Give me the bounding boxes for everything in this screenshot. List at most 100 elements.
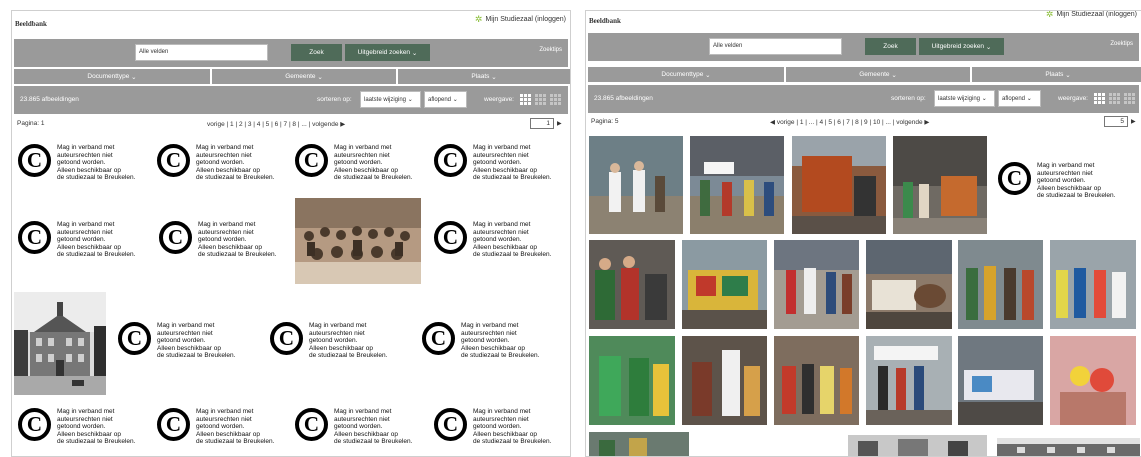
photo-image: [682, 336, 767, 425]
result-item[interactable]: C Mag in verband met auteursrechten niet …: [18, 408, 135, 446]
search-input[interactable]: Alle velden: [135, 44, 268, 61]
result-item[interactable]: C Mag in verband met auteursrechten niet …: [118, 322, 235, 360]
result-item[interactable]: C Mag in verband met auteursrechten niet …: [157, 144, 274, 182]
result-photo[interactable]: [589, 136, 683, 234]
page-number-input[interactable]: 1: [530, 118, 554, 129]
result-photo-group-portrait[interactable]: [295, 198, 421, 284]
app-title: Beeldbank: [15, 20, 47, 28]
page-number-input[interactable]: 5: [1104, 116, 1128, 127]
result-item[interactable]: C Mag in verband met auteursrechten niet …: [422, 322, 539, 360]
login-link[interactable]: ✲ Mijn Studiezaal (inloggen): [475, 14, 566, 25]
next-link[interactable]: volgende: [896, 119, 922, 126]
result-item[interactable]: C Mag in verband met auteursrechten niet …: [270, 322, 387, 360]
sort-order-select[interactable]: aflopend ⌄: [424, 91, 467, 108]
filter-gemeente[interactable]: Gemeente ⌄: [212, 69, 396, 84]
go-arrow-icon[interactable]: ▶: [557, 120, 562, 127]
copyright-icon: C: [270, 322, 303, 355]
sort-label: sorteren op:: [891, 95, 926, 102]
list-view-icon[interactable]: [1124, 93, 1135, 104]
chevron-down-icon: ⌄: [131, 73, 137, 81]
result-item[interactable]: C Mag in verband met auteursrechten niet …: [998, 162, 1115, 200]
result-item[interactable]: C Mag in verband met auteursrechten niet …: [295, 408, 412, 446]
grid-view-icon[interactable]: [1094, 93, 1105, 104]
page-links[interactable]: ◀ vorige | 1 | ... | 4 | 5 | 6 | 7 | 8 |…: [770, 118, 929, 126]
top-bar: Beeldbank ✲ Mijn Studiezaal (inloggen): [586, 11, 1141, 35]
search-bar: Alle velden Zoek Uitgebreid zoeken ⌄ Zoe…: [14, 39, 568, 67]
copyright-icon: C: [157, 144, 190, 177]
go-arrow-icon[interactable]: ▶: [1131, 118, 1136, 125]
filter-plaats[interactable]: Plaats ⌄: [972, 67, 1141, 82]
result-item[interactable]: C Mag in verband met auteursrechten niet …: [434, 144, 551, 182]
next-link[interactable]: volgende: [312, 121, 338, 128]
result-photo[interactable]: [589, 432, 689, 456]
result-photo[interactable]: [866, 240, 952, 329]
result-item[interactable]: C Mag in verband met auteursrechten niet …: [295, 144, 412, 182]
tile-view-icon[interactable]: [535, 94, 546, 105]
sort-field-select[interactable]: laatste wijziging ⌄: [360, 91, 421, 108]
result-photo[interactable]: [682, 240, 767, 329]
prev-link[interactable]: vorige: [777, 119, 795, 126]
filter-gemeente[interactable]: Gemeente ⌄: [786, 67, 970, 82]
copyright-icon: C: [18, 408, 51, 441]
result-photo[interactable]: [589, 336, 675, 425]
result-photo[interactable]: [866, 336, 952, 425]
result-photo[interactable]: [589, 240, 675, 329]
result-photo-town-hall[interactable]: [14, 292, 106, 395]
sort-order-select[interactable]: aflopend ⌄: [998, 90, 1041, 107]
login-link[interactable]: ✲ Mijn Studiezaal (inloggen): [1046, 11, 1137, 20]
list-view-icon[interactable]: [550, 94, 561, 105]
result-photo[interactable]: [997, 438, 1140, 456]
result-photo[interactable]: [893, 136, 987, 234]
result-item[interactable]: C Mag in verband met auteursrechten niet …: [157, 408, 274, 446]
filter-plaats[interactable]: Plaats ⌄: [398, 69, 570, 84]
page-links[interactable]: vorige | 1 | 2 | 3 | 4 | 5 | 6 | 7 | 8 |…: [207, 120, 345, 128]
filter-documenttype[interactable]: Documenttype ⌄: [14, 69, 210, 84]
view-label: weergave:: [1058, 95, 1088, 102]
result-photo[interactable]: [682, 336, 767, 425]
result-item[interactable]: C Mag in verband met auteursrechten niet …: [18, 221, 135, 259]
app-title: Beeldbank: [589, 17, 621, 25]
search-button[interactable]: Zoek: [291, 44, 342, 61]
result-photo[interactable]: [958, 240, 1043, 329]
page-numbers[interactable]: | 1 | 2 | 3 | 4 | 5 | 6 | 7 | 8 | ... |: [227, 121, 311, 128]
sort-field-select[interactable]: laatste wijziging ⌄: [934, 90, 995, 107]
copyright-notice: Mag in verband met auteursrechten niet g…: [198, 221, 277, 259]
result-photo[interactable]: [848, 435, 987, 456]
copyright-icon: C: [422, 322, 455, 355]
grid-view-icon[interactable]: [520, 94, 531, 105]
photo-image: [958, 240, 1043, 329]
search-button-label: Zoek: [309, 49, 324, 56]
search-input[interactable]: Alle velden: [709, 38, 842, 55]
tile-view-icon[interactable]: [1109, 93, 1120, 104]
result-item[interactable]: C Mag in verband met auteursrechten niet …: [18, 144, 135, 182]
prev-link[interactable]: vorige: [207, 121, 225, 128]
result-count: 23.865 afbeeldingen: [594, 95, 653, 102]
photo-image: [589, 432, 689, 456]
result-photo[interactable]: [792, 136, 886, 234]
result-photo[interactable]: [958, 336, 1043, 425]
result-photo[interactable]: [690, 136, 784, 234]
result-photo[interactable]: [1050, 240, 1136, 329]
search-tips-link[interactable]: Zoektips: [539, 47, 562, 53]
result-item[interactable]: C Mag in verband met auteursrechten niet …: [159, 221, 276, 259]
chevron-down-icon: ⌄: [407, 97, 413, 103]
chevron-down-icon: ⌄: [1065, 71, 1071, 79]
advanced-search-button[interactable]: Uitgebreid zoeken ⌄: [345, 44, 430, 61]
result-photo[interactable]: [774, 240, 859, 329]
copyright-icon: C: [295, 408, 328, 441]
result-item[interactable]: C Mag in verband met auteursrechten niet …: [434, 408, 551, 446]
filter-documenttype[interactable]: Documenttype ⌄: [588, 67, 784, 82]
page-numbers[interactable]: | 1 | ... | 4 | 5 | 6 | 7 | 8 | 9 | 10 |…: [796, 119, 894, 126]
search-button[interactable]: Zoek: [865, 38, 916, 55]
advanced-search-label: Uitgebreid zoeken: [931, 43, 985, 50]
result-photo[interactable]: [774, 336, 859, 425]
photo-image: [848, 435, 987, 456]
photo-image: [589, 136, 683, 234]
copyright-notice: Mag in verband met auteursrechten niet g…: [461, 322, 540, 360]
filter-label: Gemeente: [285, 73, 316, 80]
result-photo[interactable]: [1050, 336, 1136, 425]
search-tips-link[interactable]: Zoektips: [1110, 41, 1133, 47]
photo-image: [295, 198, 421, 284]
result-item[interactable]: C Mag in verband met auteursrechten niet …: [434, 221, 551, 259]
advanced-search-button[interactable]: Uitgebreid zoeken ⌄: [919, 38, 1004, 55]
